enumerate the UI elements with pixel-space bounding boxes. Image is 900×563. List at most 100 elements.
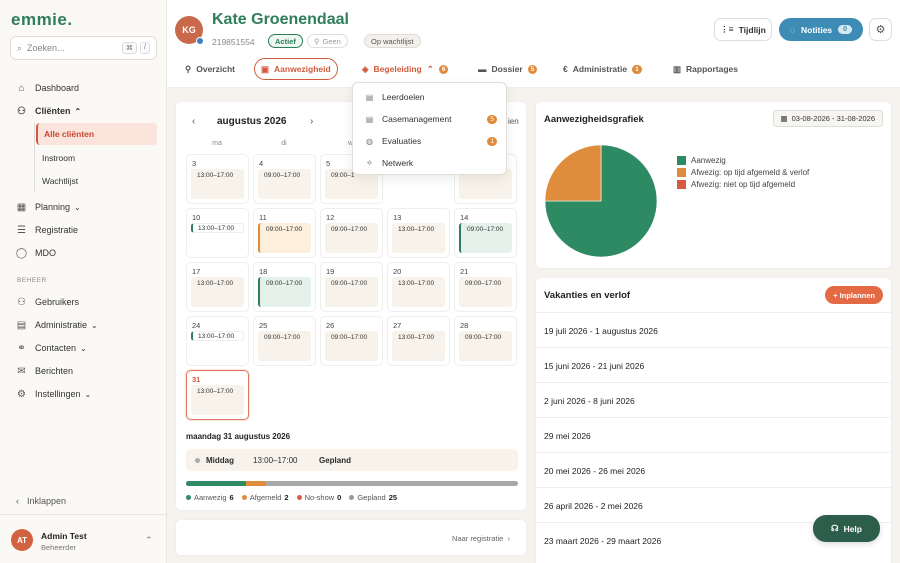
sidebar-item-berichten[interactable]: ✉ Berichten [16,363,73,379]
tab-begeleiding[interactable]: ◈ Begeleiding ⌃ 6 [356,58,454,80]
day-slot[interactable]: 09:00–17:00 [258,169,311,199]
calendar-day[interactable]: 14 09:00–17:00 [454,208,517,258]
sidebar-item-alle-clienten[interactable]: Alle cliënten [36,123,157,145]
naar-registratie-link[interactable]: Naar registratie › [452,534,510,543]
calendar-day[interactable]: 17 13:00–17:00 [186,262,249,312]
day-slot[interactable]: 13:00–17:00 [392,331,445,361]
menu-item-evaluaties[interactable]: ◍ Evaluaties 1 [365,132,497,150]
calendar-day[interactable]: 20 13:00–17:00 [387,262,450,312]
calendar-day[interactable]: 28 09:00–17:00 [454,316,517,366]
tab-aanwezigheid[interactable]: ▣ Aanwezigheid [254,58,338,80]
menu-item-label: Netwerk [382,158,414,168]
day-slot[interactable]: 09:00–17:00 [459,331,512,361]
day-slot[interactable]: 09:00–17:00 [459,277,512,307]
app-logo[interactable]: emmie. [11,10,73,30]
euro-icon: € [563,64,568,74]
collapse-label: Inklappen [27,496,67,506]
sidebar-item-gebruikers[interactable]: ⚇ Gebruikers [16,294,79,310]
tab-rapportages[interactable]: ▥ Rapportages [667,58,744,80]
vacation-row[interactable]: 15 juni 2026 - 21 juni 2026 [536,347,893,382]
tab-count: 1 [632,64,642,74]
menu-item-casemanagement[interactable]: ▤ Casemanagement 5 [365,110,497,128]
calendar-day[interactable]: 26 09:00–17:00 [320,316,383,366]
sidebar-item-instellingen[interactable]: ⚙ Instellingen ⌄ [16,386,91,402]
selected-day-slot[interactable]: Middag 13:00–17:00 Gepland [186,449,518,471]
sidebar-item-mdo[interactable]: ◯ MDO [16,245,56,261]
calendar-month: augustus 2026 [217,116,287,127]
tab-dossier[interactable]: ▬ Dossier 5 [472,58,543,80]
chevron-up-icon[interactable]: ⌃ [145,535,153,546]
menu-item-label: Evaluaties [382,136,422,146]
menu-item-leerdoelen[interactable]: ▤ Leerdoelen [365,88,497,106]
sidebar-item-clienten[interactable]: ⚇ Cliënten ⌃ [16,103,81,119]
help-button[interactable]: ☊ Help [813,515,880,542]
calendar-day[interactable]: 25 09:00–17:00 [253,316,316,366]
day-number: 5 [326,159,331,168]
day-slot[interactable]: 09:00–17:00 [258,277,311,307]
calendar-day[interactable]: 13 13:00–17:00 [387,208,450,258]
day-slot[interactable]: 13:00–17:00 [191,169,244,199]
day-number: 13 [393,213,402,222]
day-slot[interactable]: 13:00–17:00 [191,223,244,233]
calendar-day[interactable]: 18 09:00–17:00 [253,262,316,312]
calendar-day[interactable]: 21 09:00–17:00 [454,262,517,312]
notities-count: 0 [838,25,853,34]
vacation-row[interactable]: 2 juni 2026 - 8 juni 2026 [536,382,893,417]
status-badge-wachtlijst[interactable]: Op wachtlijst [364,34,421,48]
calendar-day[interactable]: 24 13:00–17:00 [186,316,249,366]
calendar-day[interactable]: 11 09:00–17:00 [253,208,316,258]
day-number: 24 [192,321,201,330]
calendar-day[interactable]: 19 09:00–17:00 [320,262,383,312]
day-slot[interactable]: 13:00–17:00 [191,385,244,415]
inplannen-button[interactable]: + Inplannen [825,286,883,304]
tijdlijn-button[interactable]: ⋮≡ Tijdlijn [714,18,772,41]
sidebar-item-registratie[interactable]: ☰ Registratie [16,222,78,238]
day-slot[interactable]: 09:00–17:00 [258,223,311,253]
day-slot[interactable]: 09:00–17:00 [459,223,512,253]
kbd-slash: / [140,42,150,54]
day-slot[interactable]: 09:00–17:00 [325,277,378,307]
sidebar-item-instroom[interactable]: Instroom [42,153,75,163]
day-slot[interactable]: 09:00–17:00 [258,331,311,361]
page-title: Kate Groenendaal [212,11,349,28]
sidebar-item-dashboard[interactable]: ⌂ Dashboard [16,80,79,96]
comment-icon: ◌ [789,24,795,35]
day-slot[interactable]: 09:00–17:00 [325,331,378,361]
day-number: 3 [192,159,197,168]
settings-button[interactable]: ⚙ [869,18,892,41]
status-badge-geen[interactable]: ⚲ Geen [307,34,348,48]
calendar-day[interactable]: 10 13:00–17:00 [186,208,249,258]
day-slot[interactable]: 09:00–17:00 [325,223,378,253]
selected-day-title: maandag 31 augustus 2026 [186,432,291,441]
calendar-day[interactable]: 31 13:00–17:00 [186,370,249,420]
sidebar-item-administratie[interactable]: ▤ Administratie ⌄ [16,317,98,333]
collapse-sidebar-button[interactable]: ‹ Inklappen [16,496,66,506]
calendar-day[interactable]: 4 09:00–17:00 [253,154,316,204]
vacation-row[interactable]: 19 juli 2026 - 1 augustus 2026 [536,312,893,347]
day-slot[interactable]: 13:00–17:00 [392,277,445,307]
day-slot[interactable]: 13:00–17:00 [392,223,445,253]
tab-overzicht[interactable]: ⚲ Overzicht [179,58,241,80]
notities-button[interactable]: ◌ Notities 0 [779,18,863,41]
calendar-day[interactable]: 3 13:00–17:00 [186,154,249,204]
status-badge-actief[interactable]: Actief [268,34,303,48]
date-range-picker[interactable]: ▦ 03-08-2026 - 31-08-2026 [772,110,883,127]
sidebar-item-planning[interactable]: ▦ Planning ⌄ [16,199,81,215]
calendar-day[interactable]: 12 09:00–17:00 [320,208,383,258]
search-input[interactable]: ⌕ Zoeken... ⌘ / [10,36,157,60]
vacation-row[interactable]: 29 mei 2026 [536,417,893,452]
menu-item-netwerk[interactable]: ⟡ Netwerk [365,154,497,172]
day-slot[interactable]: 13:00–17:00 [191,331,244,341]
next-month-button[interactable]: › [310,116,313,127]
vacation-row[interactable]: 20 mei 2026 - 26 mei 2026 [536,452,893,487]
day-slot[interactable]: 13:00–17:00 [191,277,244,307]
avatar[interactable]: AT [11,529,33,551]
headset-icon: ☊ [831,523,839,533]
begeleiding-dropdown: ▤ Leerdoelen ▤ Casemanagement 5 ◍ Evalua… [352,82,507,175]
sidebar-item-wachtlijst[interactable]: Wachtlijst [42,176,78,186]
prev-month-button[interactable]: ‹ [192,116,195,127]
chevron-up-icon: ⌃ [426,63,434,74]
tab-administratie[interactable]: € Administratie 1 [557,58,648,80]
sidebar-item-contacten[interactable]: ⚭ Contacten ⌄ [16,340,86,356]
calendar-day[interactable]: 27 13:00–17:00 [387,316,450,366]
